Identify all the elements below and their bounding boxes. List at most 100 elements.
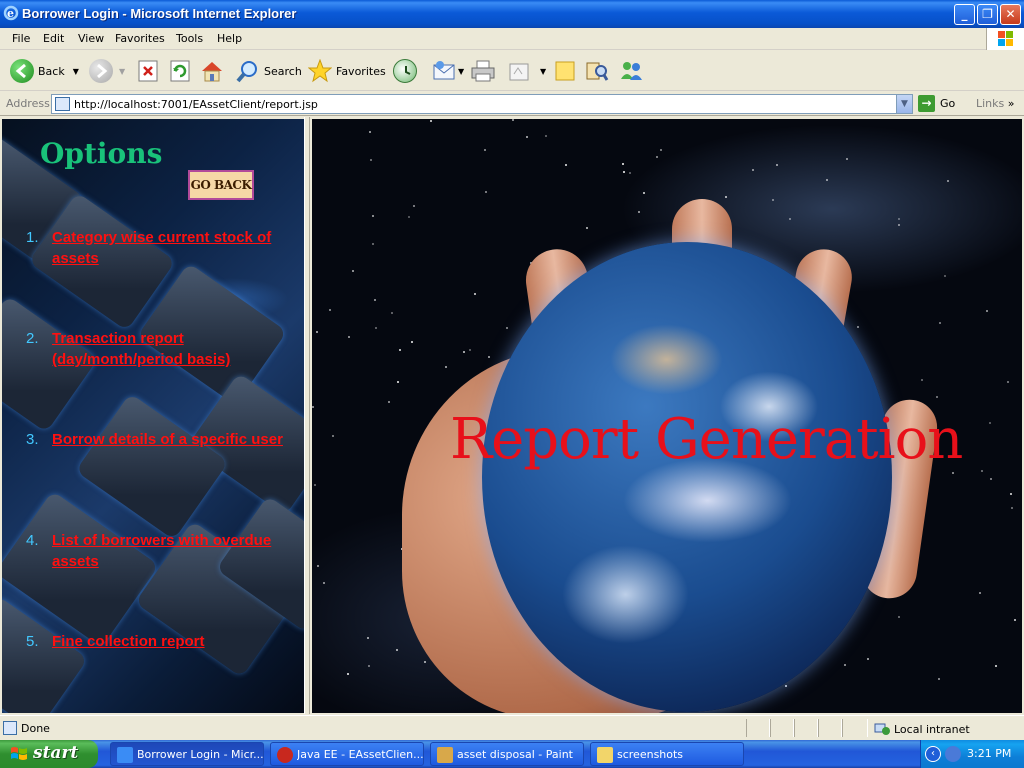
mail-dropdown-icon[interactable]: ▼ bbox=[458, 67, 464, 76]
star-dot bbox=[411, 341, 413, 343]
go-arrow-icon: → bbox=[918, 95, 935, 112]
star-dot bbox=[622, 163, 624, 165]
task-label: screenshots bbox=[617, 748, 684, 761]
mail-button[interactable]: ▼ bbox=[432, 57, 464, 85]
star-dot bbox=[772, 199, 774, 201]
research-button[interactable] bbox=[585, 57, 609, 85]
address-label: Address bbox=[6, 97, 50, 110]
menu-edit[interactable]: Edit bbox=[43, 32, 64, 45]
maximize-button[interactable]: ❐ bbox=[977, 4, 998, 25]
zone-label: Local intranet bbox=[894, 722, 970, 736]
option-link-borrow-details[interactable]: Borrow details of a specific user bbox=[52, 429, 296, 450]
refresh-button[interactable] bbox=[170, 57, 190, 85]
history-button[interactable] bbox=[393, 57, 417, 85]
tray-network-icon[interactable] bbox=[945, 746, 961, 762]
security-zone[interactable]: Local intranet bbox=[874, 722, 970, 736]
status-text: Done bbox=[21, 722, 50, 735]
home-button[interactable] bbox=[200, 57, 224, 85]
task-screenshots[interactable]: screenshots bbox=[590, 742, 744, 766]
status-bar: Done Local intranet bbox=[0, 715, 1024, 739]
forward-dropdown-icon[interactable]: ▼ bbox=[119, 67, 125, 76]
star-dot bbox=[938, 678, 940, 680]
start-label: start bbox=[33, 743, 79, 763]
menu-tools[interactable]: Tools bbox=[176, 32, 203, 45]
toolbar: Back ▼ ▼ Search Favorites ▼ ▼ bbox=[0, 51, 1024, 91]
star-dot bbox=[526, 136, 528, 138]
forward-button[interactable]: ▼ bbox=[89, 57, 125, 85]
star-dot bbox=[921, 379, 923, 381]
star-dot bbox=[408, 216, 410, 218]
task-paint[interactable]: asset disposal - Paint bbox=[430, 742, 584, 766]
option-number: 5. bbox=[26, 633, 39, 650]
star-dot bbox=[643, 192, 645, 194]
task-label: Java EE - EAssetClien... bbox=[297, 748, 424, 761]
star-dot bbox=[370, 159, 372, 161]
eclipse-icon bbox=[277, 747, 293, 763]
star-dot bbox=[352, 270, 354, 272]
edit-button[interactable]: ▼ bbox=[508, 57, 546, 85]
star-dot bbox=[488, 356, 490, 358]
go-back-button[interactable]: GO BACK bbox=[188, 170, 254, 200]
task-java-ee[interactable]: Java EE - EAssetClien... bbox=[270, 742, 424, 766]
system-tray: ‹ 3:21 PM bbox=[920, 740, 1024, 768]
menu-view[interactable]: View bbox=[78, 32, 104, 45]
frame-divider[interactable] bbox=[304, 117, 310, 714]
star-dot bbox=[317, 565, 319, 567]
star-dot bbox=[424, 661, 426, 663]
task-label: Borrower Login - Micr... bbox=[137, 748, 264, 761]
discuss-button[interactable] bbox=[554, 57, 576, 85]
star-dot bbox=[936, 396, 938, 398]
close-button[interactable]: ✕ bbox=[1000, 4, 1021, 25]
report-generation-heading: Report Generation bbox=[450, 407, 963, 472]
menu-favorites[interactable]: Favorites bbox=[115, 32, 165, 45]
address-input[interactable]: http://localhost:7001/EAssetClient/repor… bbox=[51, 94, 913, 114]
star-dot bbox=[430, 120, 432, 122]
done-page-icon bbox=[3, 721, 17, 735]
back-button[interactable]: Back ▼ bbox=[10, 57, 79, 85]
search-label: Search bbox=[264, 64, 302, 78]
links-button[interactable]: Links » bbox=[976, 97, 1015, 110]
minimize-button[interactable]: _ bbox=[954, 4, 975, 25]
star-dot bbox=[372, 243, 374, 245]
ie-icon bbox=[117, 747, 133, 763]
task-borrower-login[interactable]: Borrower Login - Micr... bbox=[110, 742, 264, 766]
go-button[interactable]: → Go bbox=[918, 95, 955, 112]
address-dropdown-icon[interactable]: ▼ bbox=[896, 95, 912, 113]
star-dot bbox=[347, 673, 349, 675]
note-icon bbox=[555, 61, 575, 81]
stop-button[interactable] bbox=[138, 57, 158, 85]
intranet-icon bbox=[874, 723, 890, 735]
menu-file[interactable]: File bbox=[12, 32, 30, 45]
status-cell bbox=[770, 719, 794, 737]
option-number: 2. bbox=[26, 330, 39, 347]
edit-dropdown-icon[interactable]: ▼ bbox=[540, 67, 546, 76]
print-button[interactable] bbox=[470, 57, 496, 85]
star-dot bbox=[939, 322, 941, 324]
menu-help[interactable]: Help bbox=[217, 32, 242, 45]
option-link-fine[interactable]: Fine collection report bbox=[52, 631, 296, 652]
star-dot bbox=[979, 592, 981, 594]
star-dot bbox=[947, 180, 949, 182]
option-link-overdue[interactable]: List of borrowers with overdue assets bbox=[52, 530, 296, 572]
star-dot bbox=[316, 331, 318, 333]
star-dot bbox=[898, 616, 900, 618]
star-dot bbox=[857, 326, 859, 328]
home-icon bbox=[202, 62, 222, 82]
star-dot bbox=[844, 664, 846, 666]
star-dot bbox=[565, 164, 567, 166]
star-dot bbox=[898, 224, 900, 226]
tray-expand-icon[interactable]: ‹ bbox=[925, 746, 941, 762]
star-dot bbox=[623, 171, 625, 173]
star-dot bbox=[391, 312, 393, 314]
option-link-stock[interactable]: Category wise current stock of assets bbox=[52, 227, 296, 269]
favorites-button[interactable]: Favorites bbox=[308, 57, 386, 85]
windows-logo-icon bbox=[986, 28, 1024, 50]
stop-icon bbox=[138, 60, 158, 82]
back-dropdown-icon[interactable]: ▼ bbox=[73, 67, 79, 76]
star-dot bbox=[725, 196, 727, 198]
forward-arrow-icon bbox=[89, 59, 113, 83]
start-button[interactable]: start bbox=[0, 740, 98, 768]
messenger-button[interactable] bbox=[618, 57, 644, 85]
search-button[interactable]: Search bbox=[236, 57, 302, 85]
option-link-transaction[interactable]: Transaction report (day/month/period bas… bbox=[52, 328, 296, 370]
